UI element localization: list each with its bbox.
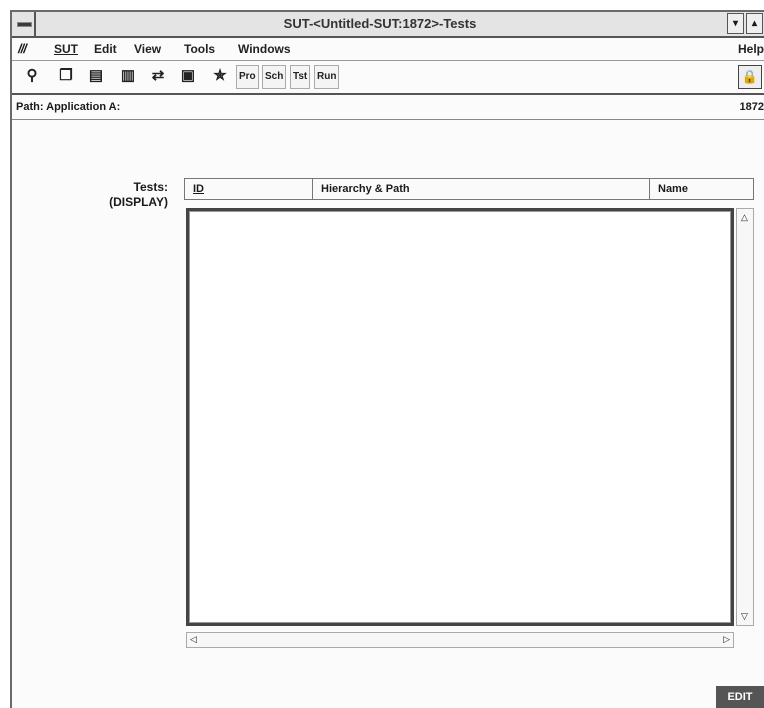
menu-view[interactable]: View (134, 42, 161, 56)
path-id: 1872 (739, 101, 764, 113)
system-menu-button[interactable] (12, 12, 36, 36)
scroll-up-icon[interactable]: △ (741, 212, 748, 223)
lock-icon[interactable]: 🔒 (738, 65, 762, 89)
menu-sut[interactable]: SUT (54, 42, 78, 56)
paste-icon[interactable]: ▤ (84, 65, 108, 89)
toolbar: ⚲ ❐ ▤ ▥ ⇄ ▣ ✯ Pro Sch Tst Run 🔒 (12, 61, 764, 95)
app-logo: /// (18, 41, 27, 56)
save-icon[interactable]: ▣ (176, 65, 200, 89)
toolbar-pro-button[interactable]: Pro (236, 65, 259, 89)
toolbar-tst-button[interactable]: Tst (290, 65, 311, 89)
menu-tools[interactable]: Tools (184, 42, 215, 56)
tests-label: Tests: (133, 180, 168, 194)
title-bar: SUT-<Untitled-SUT:1872>-Tests ▾ ▴ (12, 12, 764, 38)
menu-windows[interactable]: Windows (238, 42, 291, 56)
system-menu-icon (17, 22, 32, 27)
column-header-name[interactable]: Name (650, 179, 753, 199)
column-header-hierarchy[interactable]: Hierarchy & Path (313, 179, 650, 199)
scroll-down-icon[interactable]: ▽ (741, 611, 748, 622)
table-header: ID Hierarchy & Path Name (184, 178, 754, 200)
tests-list[interactable] (186, 208, 734, 626)
horizontal-scrollbar[interactable]: ◁ ▷ (186, 632, 734, 648)
scroll-right-icon[interactable]: ▷ (723, 634, 730, 645)
toolbar-run-button[interactable]: Run (314, 65, 340, 89)
maximize-button[interactable]: ▴ (746, 13, 763, 34)
app-window: SUT-<Untitled-SUT:1872>-Tests ▾ ▴ /// SU… (10, 10, 764, 708)
mode-indicator: EDIT (716, 686, 764, 708)
vertical-scrollbar[interactable]: △ ▽ (736, 208, 754, 626)
attach-icon[interactable]: ⚲ (20, 65, 44, 89)
run-icon[interactable]: ✯ (208, 65, 232, 89)
path-bar: Path: Application A: 1872 (12, 95, 764, 120)
minimize-button[interactable]: ▾ (727, 13, 744, 34)
copy-icon[interactable]: ❐ (54, 65, 78, 89)
display-label: (DISPLAY) (109, 195, 168, 209)
window-title: SUT-<Untitled-SUT:1872>-Tests (283, 16, 477, 31)
column-header-id[interactable]: ID (185, 179, 313, 199)
refresh-icon[interactable]: ⇄ (146, 65, 170, 89)
tests-field-label: Tests: (DISPLAY) (86, 180, 168, 210)
scroll-left-icon[interactable]: ◁ (190, 634, 197, 645)
building-icon[interactable]: ▥ (116, 65, 140, 89)
path-label: Path: Application A: (16, 101, 121, 113)
menu-edit[interactable]: Edit (94, 42, 117, 56)
menu-help[interactable]: Help (738, 42, 764, 56)
toolbar-sch-button[interactable]: Sch (262, 65, 287, 89)
menu-bar: /// SUT Edit View Tools Windows Help (12, 38, 764, 61)
